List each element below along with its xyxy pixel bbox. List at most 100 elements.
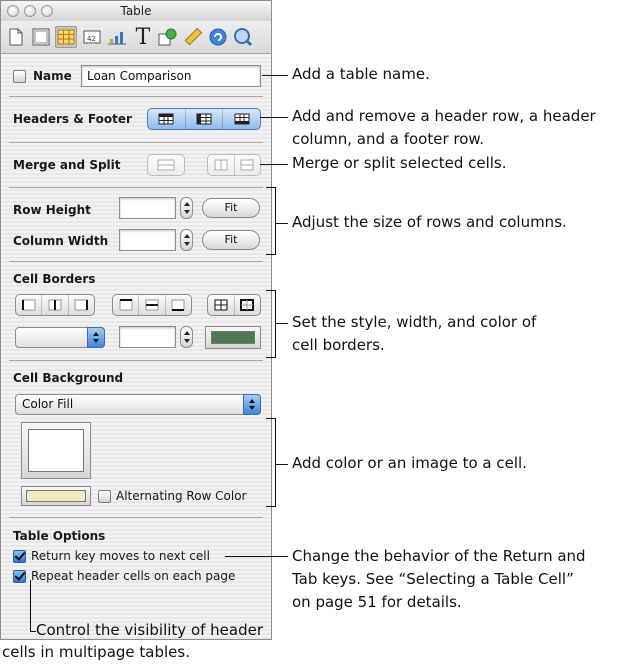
alternating-row-color-checkbox[interactable] [98,490,111,503]
callout-headers-line1: Add and remove a header row, a header [292,107,596,125]
inner-vertical-border-icon [48,299,62,311]
callout-line-background [275,464,288,465]
border-width-stepper[interactable] [180,326,193,348]
merge-cells-icon [157,159,175,171]
all-borders-control [207,294,261,316]
metrics-icon[interactable]: 42 [81,26,103,48]
callout-merge: Merge or split selected cells. [292,154,507,172]
callout-bracket-borders-top [266,290,276,291]
separator [9,261,263,262]
separator [9,187,263,188]
cell-background-label: Cell Background [13,371,124,385]
return-key-label: Return key moves to next cell [31,549,210,563]
callout-bracket-borders-bottom [266,357,276,358]
all-outer-borders-icon [240,299,255,311]
header-row-button[interactable] [148,109,185,129]
window-title: Table [120,4,152,18]
all-inner-borders-button[interactable] [208,295,234,315]
svg-text:42: 42 [87,35,96,43]
table-inspector-window: Table 42 T Name Loan Comparison Headers … [0,0,272,640]
callout-bracket-background-top [266,418,276,419]
merge-cells-button[interactable] [147,154,185,176]
table-icon[interactable] [55,26,77,48]
border-color-well[interactable] [205,326,261,349]
header-column-button[interactable] [184,109,223,129]
callout-borders-line1: Set the style, width, and color of [292,313,537,331]
horizontal-borders-control [112,294,192,316]
row-height-stepper[interactable] [180,197,193,219]
row-height-fit-button[interactable]: Fit [202,198,260,218]
callout-visibility-line2: cells in multipage tables. [2,643,190,661]
bottom-border-button[interactable] [164,295,191,315]
name-checkbox[interactable] [13,70,26,83]
callout-line-headers [260,117,288,118]
outer-borders-control [15,294,95,316]
border-width-field[interactable] [119,326,176,348]
inner-horizontal-border-button[interactable] [138,295,164,315]
callout-size: Adjust the size of rows and columns. [292,213,567,231]
callout-return-line3: on page 51 for details. [292,593,462,611]
callout-name: Add a table name. [292,65,430,83]
row-height-label: Row Height [13,203,91,217]
callout-bracket-borders [275,290,276,358]
headers-footer-segmented-control [147,108,261,130]
split-columns-icon [214,159,228,171]
callout-line-merge [260,164,288,165]
split-rows-button[interactable] [233,155,261,175]
callout-line-return [225,556,288,557]
top-border-icon [119,299,133,311]
merge-split-label: Merge and Split [13,158,121,172]
left-border-icon [21,299,36,311]
header-column-icon [196,113,212,125]
inner-vertical-border-button[interactable] [41,295,67,315]
callout-line-size [275,223,288,224]
repeat-header-label: Repeat header cells on each page [31,569,236,583]
table-name-field[interactable]: Loan Comparison [81,65,261,87]
border-style-popup[interactable] [15,327,105,348]
alternating-color-well[interactable] [21,486,91,506]
table-options-label: Table Options [13,529,106,543]
callout-borders-line2: cell borders. [292,336,385,354]
column-width-stepper[interactable] [180,229,193,251]
callout-return-line2: Tab keys. See “Selecting a Table Cell” [292,570,574,588]
footer-row-button[interactable] [222,109,260,129]
border-color-swatch [211,331,255,344]
graphic-icon[interactable] [157,26,179,48]
callout-bracket-size-bottom [266,254,276,255]
left-border-button[interactable] [16,295,41,315]
row-height-field[interactable] [119,197,176,219]
quicktime-icon[interactable] [232,26,254,48]
right-border-button[interactable] [67,295,94,315]
background-color-well[interactable] [21,422,91,479]
separator [9,360,263,361]
callout-return-line1: Change the behavior of the Return and [292,547,586,565]
fill-type-popup[interactable]: Color Fill [15,394,261,415]
split-columns-button[interactable] [208,155,234,175]
title-bar: Table [1,1,271,21]
ruler-icon[interactable] [182,26,204,48]
chart-icon[interactable] [106,26,128,48]
column-width-field[interactable] [119,229,176,251]
callout-bracket-background [275,418,276,507]
name-label: Name [33,69,72,83]
right-border-icon [74,299,89,311]
all-outer-borders-button[interactable] [233,295,261,315]
return-key-checkbox[interactable] [13,550,26,563]
alternating-row-color-label: Alternating Row Color [116,489,247,503]
headers-footer-label: Headers & Footer [13,112,132,126]
text-icon[interactable]: T [132,25,154,50]
inspector-body: Name Loan Comparison Headers & Footer Me… [1,55,271,639]
split-cells-control [207,154,261,176]
document-icon[interactable] [5,26,27,48]
link-icon[interactable] [207,26,229,48]
repeat-header-checkbox[interactable] [13,570,26,583]
column-width-fit-button[interactable]: Fit [202,230,260,250]
callout-line-borders [275,323,288,324]
fill-type-value: Color Fill [22,397,74,411]
split-rows-icon [240,159,254,171]
callout-bracket-size-top [266,187,276,188]
layout-icon[interactable] [30,26,52,48]
callout-visibility-line1: Control the visibility of header [36,621,264,639]
top-border-button[interactable] [113,295,138,315]
callout-headers-line2: column, and a footer row. [292,130,485,148]
